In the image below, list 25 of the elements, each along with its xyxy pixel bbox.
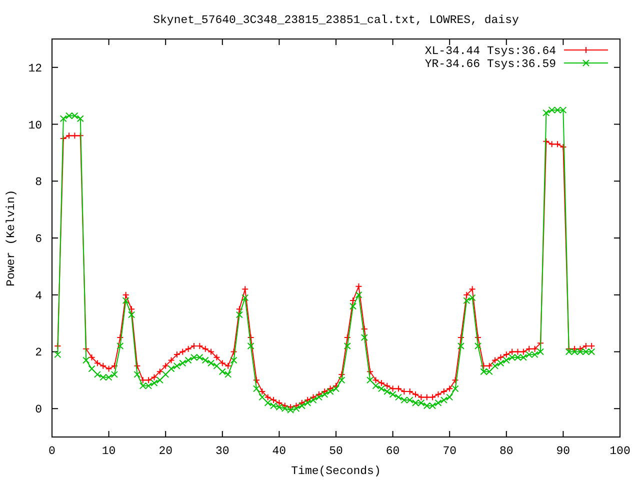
tick-label: 20: [158, 445, 172, 458]
tick-label: 12: [28, 62, 42, 76]
tick-label: 2: [35, 346, 42, 360]
tick-label: 40: [272, 445, 286, 458]
legend-line: [564, 46, 608, 54]
tick-label: 90: [556, 445, 570, 458]
chart-title: Skynet_57640_3C348_23815_23851_cal.txt, LOWRES, daisy: [153, 14, 519, 27]
axis-label: Time(Seconds): [291, 465, 381, 478]
tick-label: 4: [35, 290, 42, 303]
axis-label: Power (Kelvin): [5, 190, 18, 286]
legend-line: [564, 60, 608, 66]
tick-label: 50: [329, 445, 343, 458]
tick-label: 70: [442, 445, 456, 458]
legend-label: XL-34.44 Tsys:36.64: [424, 45, 556, 58]
tick-label: 0: [35, 404, 42, 417]
tick-label: 8: [35, 176, 42, 190]
tick-label: 10: [28, 119, 42, 132]
tick-label: 80: [500, 445, 514, 458]
legend-label: YR-34.66 Tsys:36.59: [424, 58, 556, 71]
tick-label: 30: [216, 445, 230, 458]
tick-label: 0: [48, 445, 56, 458]
tick-label: 60: [386, 445, 400, 458]
tick-label: 10: [102, 445, 116, 458]
tick-label: 100: [610, 445, 630, 458]
tick-label: 6: [35, 233, 42, 246]
